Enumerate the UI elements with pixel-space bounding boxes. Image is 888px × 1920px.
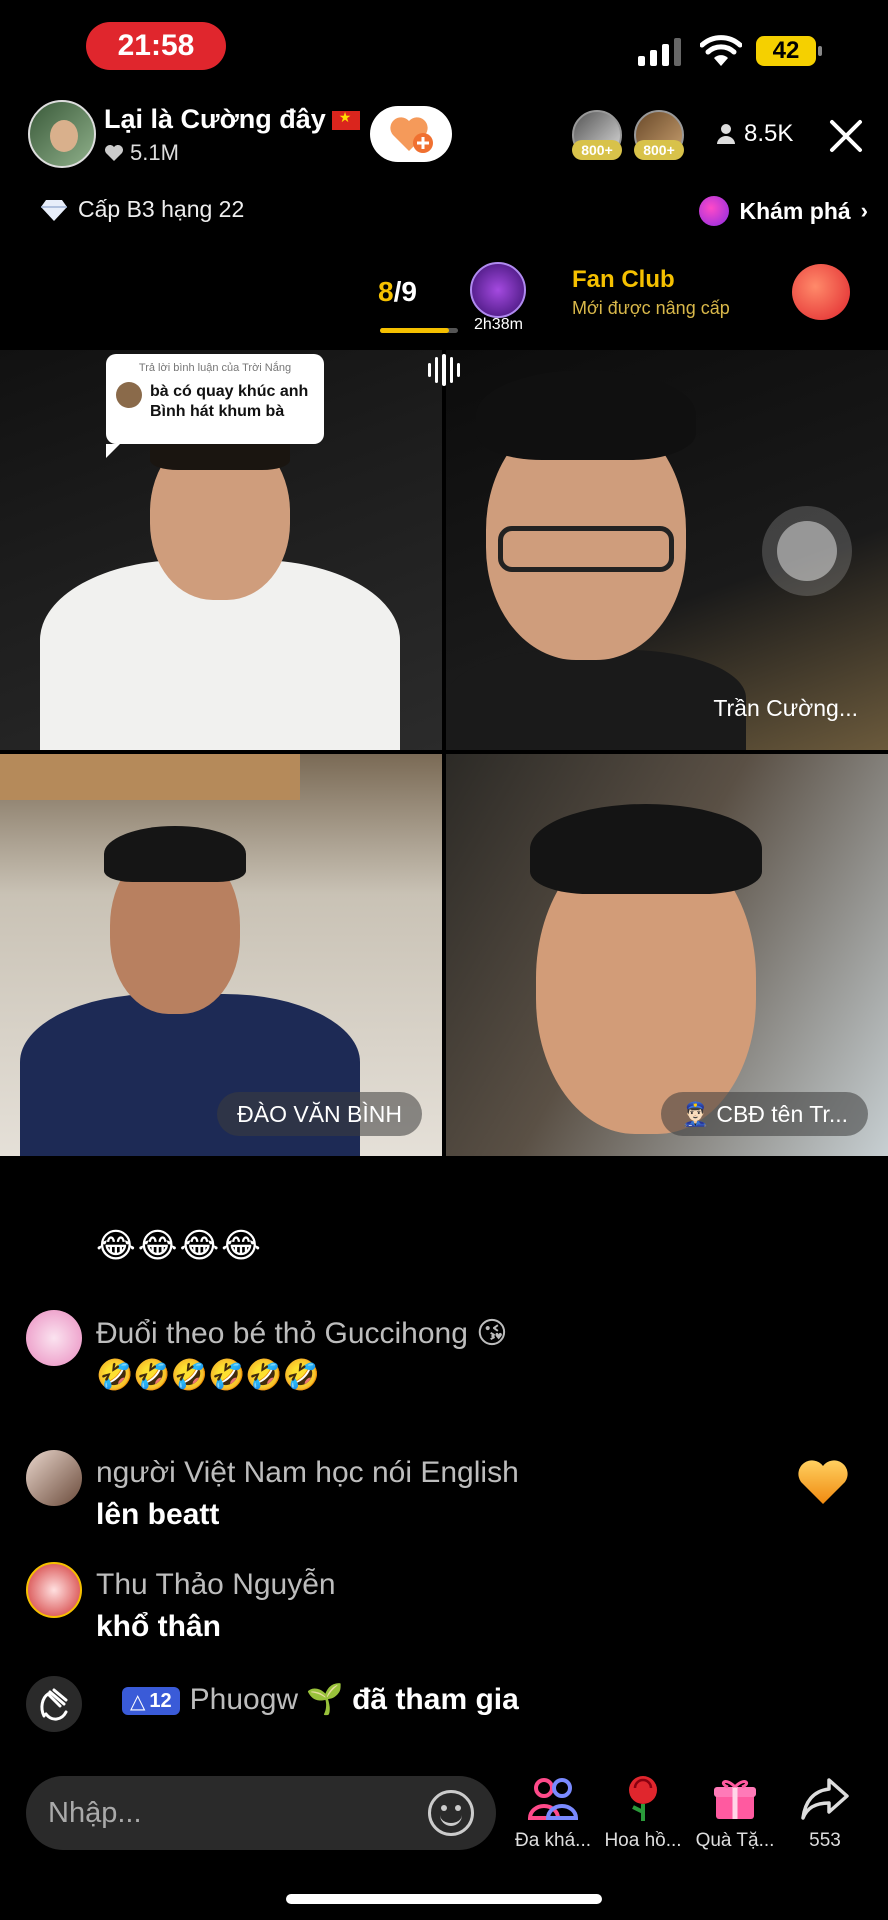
status-time: 21:58 [86, 22, 226, 70]
top-viewer-badge: 800+ [634, 140, 684, 160]
chat-text: khổ thân [96, 1610, 221, 1643]
fan-club-subtitle: Mới được nâng cấp [572, 298, 730, 318]
guest-name-label: ĐÀO VĂN BÌNH [217, 1092, 422, 1136]
heart-plus-icon [390, 117, 433, 153]
status-bar: 21:58 42 [0, 0, 888, 96]
floating-assistive-button[interactable] [762, 506, 852, 596]
heart-icon [105, 145, 123, 161]
gift-icon [714, 1780, 756, 1819]
follow-button[interactable] [370, 106, 452, 162]
multi-guest-icon [528, 1778, 578, 1820]
battery-indicator: 42 [756, 36, 822, 66]
share-icon [801, 1778, 849, 1820]
host-name: Lại là Cường đây [104, 104, 326, 134]
host-avatar[interactable] [28, 100, 96, 168]
host-level-text: Cấp B3 hạng 22 [78, 196, 245, 222]
multi-guest-label: Đa khá... [514, 1830, 592, 1851]
triangle-icon: △ [130, 1690, 146, 1713]
viewer-count-value: 8.5K [744, 120, 794, 147]
fan-club-avatar[interactable] [470, 262, 526, 318]
gift-label: Quà Tặ... [695, 1830, 775, 1851]
floating-heart-icon [798, 1460, 848, 1504]
chat-message[interactable]: người Việt Nam học nói English lên beatt [26, 1450, 786, 1550]
commenter-avatar [116, 382, 142, 408]
close-icon[interactable] [826, 116, 866, 156]
rose-icon [629, 1776, 657, 1821]
person-icon [717, 124, 735, 144]
user-level-badge: △ 12 [122, 1687, 180, 1716]
viewer-count[interactable]: 8.5K [716, 120, 793, 148]
top-viewer-badge: 800+ [572, 140, 622, 160]
reply-comment-card[interactable]: Trả lời bình luận của Trời Nắng bà có qu… [106, 354, 324, 458]
multi-guest-button[interactable]: Đa khá... [508, 1774, 598, 1852]
user-level-value: 12 [149, 1689, 172, 1712]
host-likes: 5.1M [104, 140, 179, 166]
reply-card-header: Trả lời bình luận của Trời Nắng [138, 362, 292, 374]
guest-name-label: 👮🏻‍♂️ CBĐ tên Tr... [661, 1092, 868, 1136]
comment-input-box[interactable] [26, 1776, 496, 1850]
guest-video-grid: Trả lời bình luận của Trời Nắng bà có qu… [0, 350, 888, 1156]
share-count: 553 [809, 1830, 841, 1851]
guest-tile[interactable]: ĐÀO VĂN BÌNH [0, 754, 442, 1156]
join-notice[interactable]: △ 12 Phuogw 🌱 đã tham gia [26, 1676, 786, 1736]
chat-username: Thu Thảo Nguyễn [96, 1568, 336, 1601]
guest-hair [104, 826, 246, 882]
chevron-right-icon: › [860, 198, 868, 223]
vietnam-flag-icon [331, 109, 360, 131]
chat-username: Đuổi theo bé thỏ Guccihong 😘 [96, 1317, 508, 1350]
guest-count-total: /9 [393, 276, 417, 307]
guest-progress-bar [380, 328, 458, 333]
share-button[interactable]: 553 [780, 1774, 870, 1852]
glasses [498, 526, 674, 572]
explore-button[interactable]: Khám phá › [699, 196, 868, 226]
home-indicator[interactable] [286, 1894, 602, 1904]
planet-icon [699, 196, 730, 226]
rose-gift-label: Hoa hồ... [604, 1830, 682, 1851]
explore-label: Khám phá [739, 197, 851, 224]
chat-message[interactable]: Đuổi theo bé thỏ Guccihong 😘 🤣🤣🤣🤣🤣🤣 [26, 1310, 786, 1410]
guest-count-current: 8 [378, 276, 394, 307]
guest-progress-fill [380, 328, 450, 333]
chat-avatar [26, 1310, 82, 1366]
cellular-signal-icon [638, 38, 681, 66]
chat-text: 🤣🤣🤣🤣🤣🤣 [96, 1359, 321, 1392]
wave-hand-icon [26, 1676, 82, 1732]
bunk-bed-frame [0, 754, 300, 800]
guest-tile[interactable]: 👮🏻‍♂️ CBĐ tên Tr... [446, 754, 888, 1156]
host-name-row[interactable]: Lại là Cường đây [104, 104, 360, 135]
chat-username: người Việt Nam học nói English [96, 1456, 519, 1489]
join-username: Phuogw 🌱 [189, 1683, 344, 1716]
fan-club-timer: 2h38m [474, 316, 523, 333]
chat-emoji-row: 😂😂😂😂 [96, 1227, 263, 1265]
chat-message[interactable]: Thu Thảo Nguyễn khổ thân [26, 1562, 786, 1662]
emoji-icon[interactable] [428, 1790, 474, 1836]
host-level[interactable]: Cấp B3 hạng 22 [40, 196, 244, 223]
wifi-icon [700, 35, 742, 66]
comment-input[interactable] [48, 1796, 428, 1830]
diamond-icon [41, 199, 67, 221]
guest-tile[interactable]: Trả lời bình luận của Trời Nắng bà có qu… [0, 350, 442, 750]
guest-hair [530, 804, 762, 894]
guest-hair [476, 370, 696, 460]
fan-club-mascot-icon[interactable] [792, 264, 850, 320]
reply-card-text: bà có quay khúc anh Bình hát khum bà [150, 383, 309, 420]
chat-avatar [26, 1450, 82, 1506]
chat-text: lên beatt [96, 1498, 220, 1531]
host-likes-count: 5.1M [130, 140, 179, 165]
gift-button[interactable]: Quà Tặ... [690, 1774, 780, 1852]
join-action: đã tham gia [352, 1683, 519, 1716]
audio-wave-icon [428, 354, 461, 386]
fan-club-title[interactable]: Fan Club [572, 266, 675, 294]
chat-avatar [26, 1562, 82, 1618]
guest-name-label: Trần Cường... [713, 694, 858, 721]
rose-gift-button[interactable]: Hoa hồ... [598, 1774, 688, 1852]
guest-count[interactable]: 8/9 [378, 276, 417, 308]
